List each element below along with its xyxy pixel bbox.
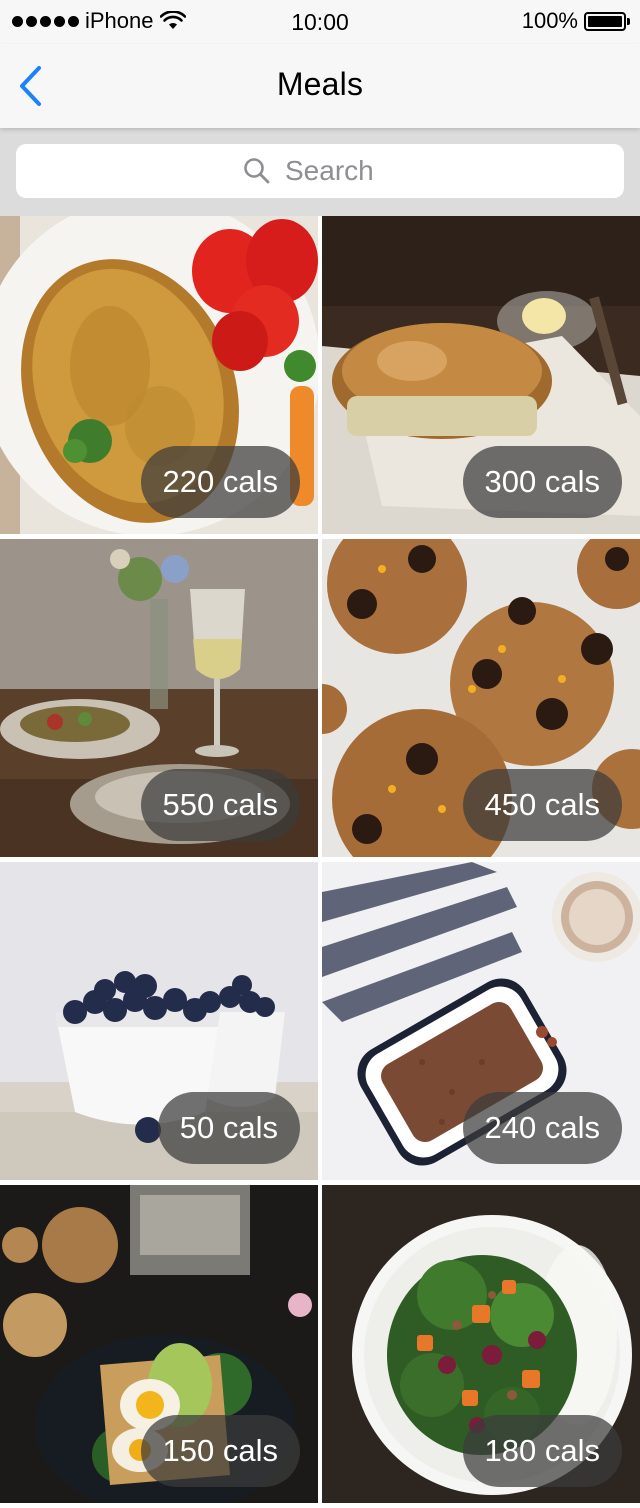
search-bar[interactable]: [16, 144, 624, 198]
meal-tile[interactable]: 180 cals: [322, 1185, 640, 1503]
battery-icon: [584, 11, 630, 31]
battery-percent: 100%: [521, 8, 578, 33]
meal-tile[interactable]: 450 cals: [322, 539, 640, 857]
calorie-badge: 220 cals: [140, 446, 300, 518]
calorie-badge: 240 cals: [462, 1092, 622, 1164]
calorie-badge: 450 cals: [462, 769, 622, 841]
calorie-badge: 550 cals: [140, 769, 300, 841]
page-title: Meals: [276, 66, 364, 102]
meal-tile[interactable]: 220 cals: [0, 216, 318, 534]
search-icon: [244, 158, 270, 184]
status-right: 100%: [521, 8, 630, 34]
meal-tile[interactable]: 50 cals: [0, 862, 318, 1180]
search-bar-container: [0, 128, 640, 216]
search-input[interactable]: [283, 154, 397, 188]
navigation-bar: Meals: [0, 44, 640, 128]
calorie-badge: 150 cals: [140, 1415, 300, 1487]
meal-tile[interactable]: 240 cals: [322, 862, 640, 1180]
meal-tile[interactable]: 150 cals: [0, 1185, 318, 1503]
status-bar: iPhone 10:00 100%: [0, 0, 640, 44]
meal-tile[interactable]: 550 cals: [0, 539, 318, 857]
calorie-badge: 180 cals: [462, 1415, 622, 1487]
meal-grid: 220 cals 300 cals 550 cals 450 cals 50 c…: [0, 216, 640, 1503]
calorie-badge: 300 cals: [462, 446, 622, 518]
meal-tile[interactable]: 300 cals: [322, 216, 640, 534]
calorie-badge: 50 cals: [157, 1092, 300, 1164]
